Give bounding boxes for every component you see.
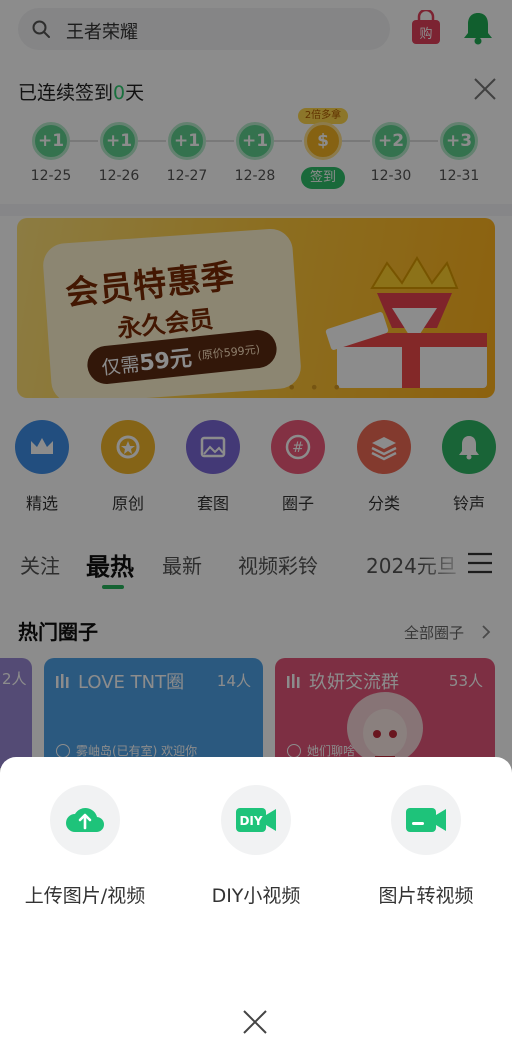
svg-text:DIY: DIY <box>239 814 262 828</box>
action-label: DIY小视频 <box>211 885 301 907</box>
close-sheet-icon[interactable] <box>242 1009 268 1035</box>
upload-media-button[interactable]: 上传图片/视频 <box>0 785 170 915</box>
action-label: 上传图片/视频 <box>24 885 146 907</box>
diy-video-button[interactable]: DIY DIY小视频 <box>171 785 341 915</box>
action-label: 图片转视频 <box>378 885 474 907</box>
create-action-sheet: 上传图片/视频 DIY DIY小视频 图片转视频 <box>0 757 512 1043</box>
cloud-upload-icon <box>50 785 120 855</box>
diy-video-icon: DIY <box>221 785 291 855</box>
image-to-video-button[interactable]: 图片转视频 <box>341 785 511 915</box>
video-camera-icon <box>391 785 461 855</box>
